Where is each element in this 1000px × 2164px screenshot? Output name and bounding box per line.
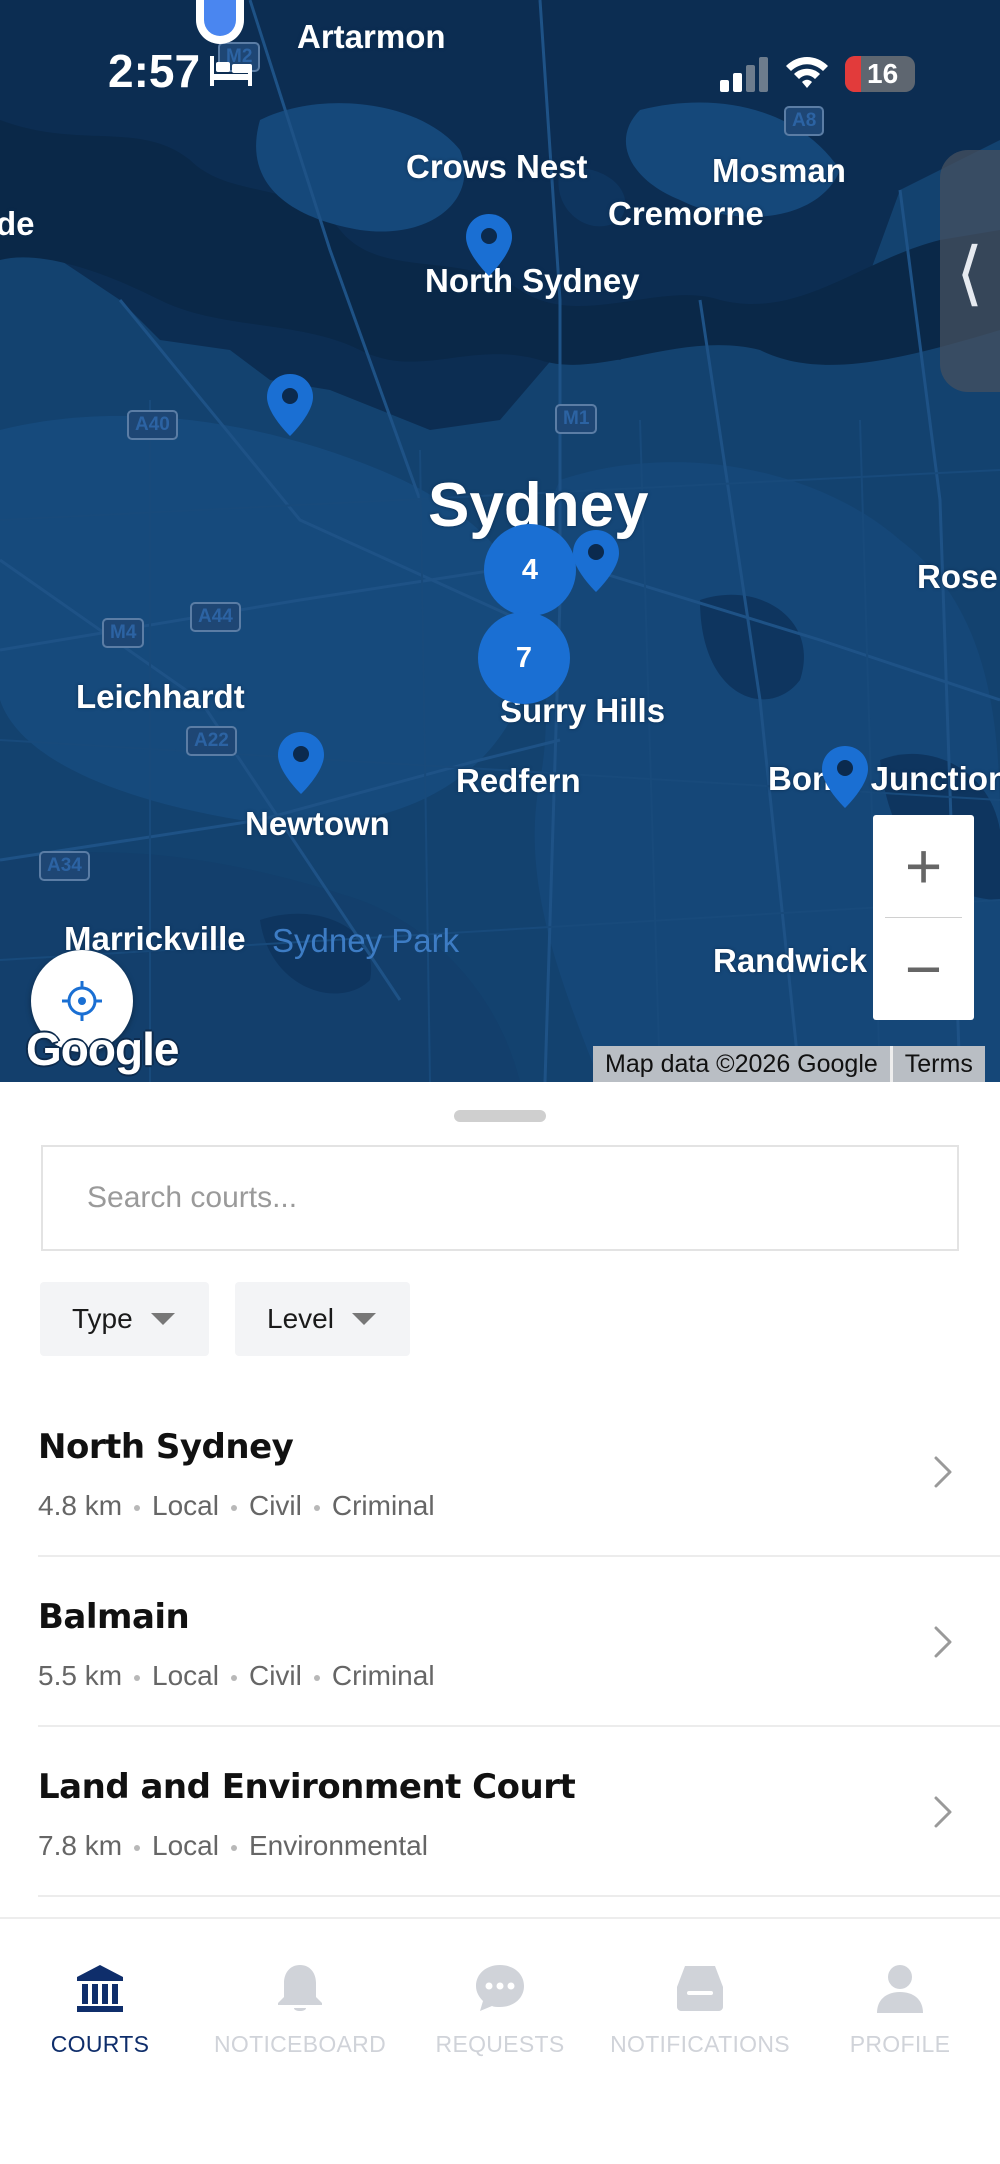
court-details: 5.5 km Local Civil Criminal xyxy=(38,1660,435,1692)
road-shield-a44: A44 xyxy=(190,602,241,632)
court-distance: 4.8 km xyxy=(38,1490,123,1521)
chevron-right-icon xyxy=(934,1456,952,1488)
sleep-bed-icon xyxy=(210,56,252,86)
court-tag: Criminal xyxy=(331,1490,435,1521)
caret-down-icon xyxy=(351,1313,376,1325)
level-filter-label: Level xyxy=(267,1303,334,1334)
road-shield-a22: A22 xyxy=(186,726,237,756)
map-view[interactable]: Artarmon Crows Nest Mosman Cremorne de N… xyxy=(0,0,1000,1082)
court-marker-pin[interactable] xyxy=(265,372,315,438)
court-tag: Criminal xyxy=(331,1660,435,1691)
court-list: North Sydney 4.8 km Local Civil Criminal Ba… xyxy=(0,1387,1000,1897)
battery-indicator: 16 xyxy=(845,56,915,92)
map-attribution: Map data ©2026 Google Terms xyxy=(593,1046,985,1082)
marker-cluster[interactable]: 7 xyxy=(478,612,570,704)
tab-notifications[interactable]: NOTIFICATIONS xyxy=(600,1919,800,2079)
court-marker-pin[interactable] xyxy=(464,212,514,278)
zoom-in-button[interactable]: + xyxy=(873,815,974,917)
court-name: Land and Environment Court xyxy=(38,1767,576,1807)
terms-link[interactable]: Terms xyxy=(893,1050,985,1079)
court-tag: Local xyxy=(152,1660,219,1691)
chevron-left-icon: ⟨ xyxy=(956,234,984,312)
court-marker-pin[interactable] xyxy=(276,730,326,796)
wifi-icon xyxy=(786,57,828,88)
road-shield-m4: M4 xyxy=(102,618,145,648)
place-label-newtown: Newtown xyxy=(245,805,390,842)
tab-profile[interactable]: PROFILE xyxy=(800,1919,1000,2079)
court-list-item[interactable]: North Sydney 4.8 km Local Civil Criminal xyxy=(38,1387,1000,1557)
court-tag: Local xyxy=(152,1490,219,1521)
marker-cluster[interactable]: 4 xyxy=(484,524,576,616)
cellular-signal-icon xyxy=(720,57,768,92)
place-label-artarmon: Artarmon xyxy=(297,18,446,55)
court-name: Balmain xyxy=(38,1597,190,1637)
court-distance: 7.8 km xyxy=(38,1830,123,1861)
place-label-mosman: Mosman xyxy=(712,152,846,189)
place-label-leichhardt: Leichhardt xyxy=(76,678,245,715)
chat-bubble-icon xyxy=(476,1965,524,2011)
place-label-redfern: Redfern xyxy=(456,762,581,799)
court-list-item[interactable]: Land and Environment Court 7.8 km Local En… xyxy=(38,1727,1000,1897)
place-label-randwick: Randwick xyxy=(713,942,868,979)
courthouse-icon xyxy=(77,1965,123,2012)
bell-icon xyxy=(278,1965,322,2011)
tab-courts[interactable]: COURTS xyxy=(0,1919,200,2079)
court-tag: Environmental xyxy=(248,1830,428,1861)
map-data-credit: Map data ©2026 Google xyxy=(605,1049,878,1078)
tab-label: NOTIFICATIONS xyxy=(610,2031,790,2057)
level-filter-dropdown[interactable]: Level xyxy=(235,1282,410,1356)
place-label-edge-left: de xyxy=(0,205,35,242)
court-distance: 5.5 km xyxy=(38,1660,123,1691)
tab-label: REQUESTS xyxy=(435,2031,565,2057)
tab-requests[interactable]: REQUESTS xyxy=(400,1919,600,2079)
tab-label: PROFILE xyxy=(849,2031,951,2057)
road-shield-a8: A8 xyxy=(784,106,825,136)
tab-label: NOTICEBOARD xyxy=(214,2031,386,2057)
court-tag: Civil xyxy=(248,1490,302,1521)
court-name: North Sydney xyxy=(38,1427,294,1467)
type-filter-dropdown[interactable]: Type xyxy=(40,1282,209,1356)
inbox-icon xyxy=(677,1966,723,2011)
zoom-controls: + − xyxy=(873,815,974,1020)
tab-label: COURTS xyxy=(50,2031,150,2057)
caret-down-icon xyxy=(150,1313,175,1325)
court-marker-pin[interactable] xyxy=(571,528,621,594)
chevron-right-icon xyxy=(934,1796,952,1828)
court-tag: Civil xyxy=(248,1660,302,1691)
tab-noticeboard[interactable]: NOTICEBOARD xyxy=(200,1919,400,2079)
court-details: 7.8 km Local Environmental xyxy=(38,1830,428,1862)
place-label-cremorne: Cremorne xyxy=(608,195,764,232)
place-label-rose: Rose xyxy=(917,558,998,595)
court-details: 4.8 km Local Civil Criminal xyxy=(38,1490,435,1522)
court-list-item[interactable]: Balmain 5.5 km Local Civil Criminal xyxy=(38,1557,1000,1727)
type-filter-label: Type xyxy=(72,1303,133,1334)
search-courts-input[interactable] xyxy=(41,1145,959,1251)
zoom-out-button[interactable]: − xyxy=(873,918,974,1020)
road-shield-a34: A34 xyxy=(39,851,90,881)
court-tag: Local xyxy=(152,1830,219,1861)
google-logo: Google xyxy=(26,1023,179,1075)
place-label-crows-nest: Crows Nest xyxy=(406,148,588,185)
status-time: 2:57 xyxy=(108,45,201,97)
battery-level: 16 xyxy=(867,58,899,89)
court-marker-pin[interactable] xyxy=(820,744,870,810)
place-label-sydney-park: Sydney Park xyxy=(272,922,460,959)
person-icon xyxy=(877,1965,923,2013)
place-label-bondi-junction: Bondi Junction xyxy=(768,760,1000,797)
side-panel-toggle[interactable]: ⟨ xyxy=(940,150,1000,392)
sheet-drag-handle[interactable] xyxy=(454,1110,546,1122)
road-shield-m1: M1 xyxy=(555,404,598,434)
bottom-navigation: COURTS NOTICEBOARD REQUESTS NOTIFICATION… xyxy=(0,1917,1000,2164)
place-label-north-sydney: North Sydney xyxy=(425,262,640,299)
chevron-right-icon xyxy=(934,1626,952,1658)
road-shield-a40: A40 xyxy=(127,410,178,440)
